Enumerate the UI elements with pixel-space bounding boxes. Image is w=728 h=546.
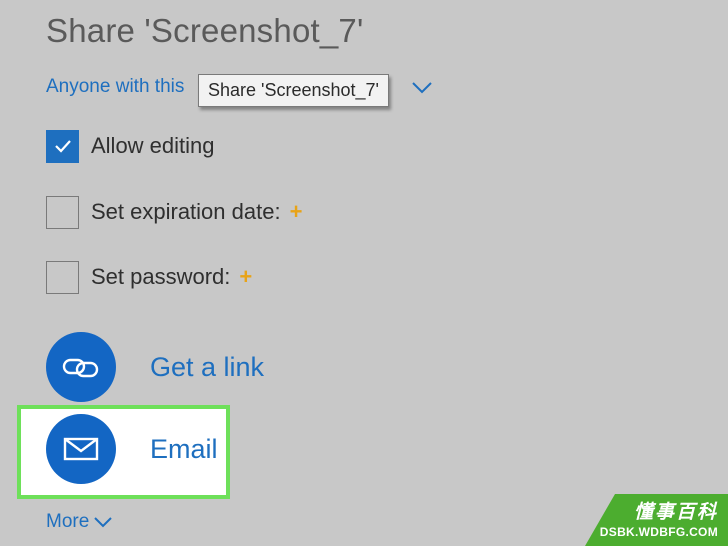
permission-dropdown[interactable]: Anyone with this [46, 74, 184, 100]
premium-plus-icon: + [289, 199, 303, 224]
premium-plus-icon: + [239, 264, 253, 289]
link-icon-circle [46, 332, 116, 402]
tooltip: Share 'Screenshot_7' [198, 74, 389, 107]
expiration-date-option[interactable]: Set expiration date: + [46, 195, 302, 229]
password-option[interactable]: Set password: + [46, 260, 252, 294]
allow-editing-label: Allow editing [91, 133, 215, 158]
checkmark-icon [54, 140, 71, 153]
allow-editing-option[interactable]: Allow editing [46, 129, 215, 163]
link-icon [62, 358, 99, 378]
expiration-date-checkbox[interactable] [46, 195, 79, 229]
password-checkbox[interactable] [46, 260, 79, 294]
watermark-logo: 懂事百科 DSBK.WDBFG.COM [585, 494, 728, 546]
watermark-cn: 懂事百科 [633, 502, 718, 523]
envelope-icon [63, 437, 99, 461]
chevron-down-icon[interactable] [410, 80, 434, 96]
password-label: Set password: [91, 264, 231, 289]
expiration-date-label: Set expiration date: [91, 199, 281, 224]
permission-label: Anyone with this [46, 76, 185, 97]
dialog-title: Share 'Screenshot_7' [46, 12, 364, 49]
email-button[interactable]: Email [46, 414, 218, 484]
chevron-down-icon [94, 517, 113, 528]
get-link-button[interactable]: Get a link [46, 332, 264, 402]
more-button[interactable]: More [46, 510, 113, 534]
watermark-en: DSBK.WDBFG.COM [599, 525, 718, 539]
email-icon-circle [46, 414, 116, 484]
email-label: Email [150, 433, 218, 464]
allow-editing-checkbox[interactable] [46, 129, 79, 163]
get-link-label: Get a link [150, 351, 265, 382]
more-label: More [46, 511, 90, 532]
